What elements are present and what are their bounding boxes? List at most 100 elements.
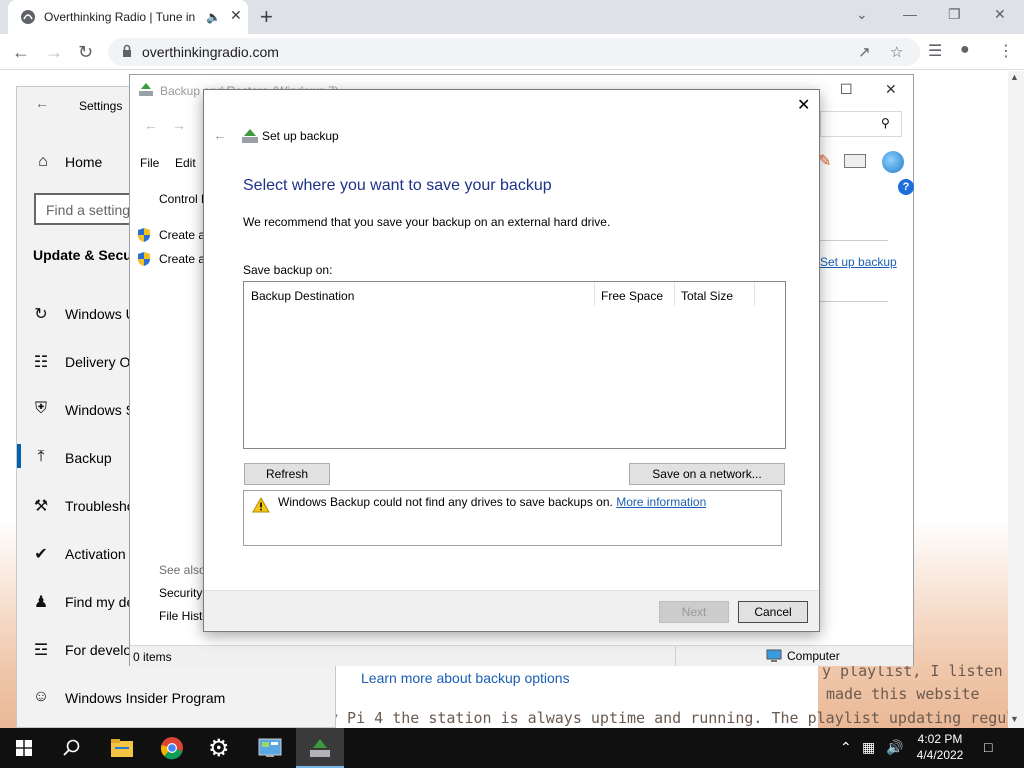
close-window-icon[interactable]: ✕ bbox=[994, 6, 1006, 23]
scroll-up-icon[interactable]: ▲ bbox=[1010, 72, 1019, 82]
person-icon: ♟ bbox=[33, 594, 49, 611]
dialog-close-icon[interactable]: ✕ bbox=[797, 95, 810, 115]
page-scrollbar[interactable] bbox=[1008, 71, 1024, 728]
network-icon[interactable]: ▦ bbox=[862, 739, 875, 756]
refresh-button[interactable]: Refresh bbox=[244, 463, 330, 485]
br-back-icon[interactable]: ← bbox=[144, 117, 158, 133]
chrome-icon[interactable] bbox=[160, 736, 184, 760]
bookmark-star-icon[interactable]: ☆ bbox=[890, 43, 903, 61]
minimize-icon[interactable]: — bbox=[903, 6, 917, 22]
warning-icon bbox=[252, 497, 270, 513]
profile-avatar-icon[interactable]: ● bbox=[960, 41, 970, 59]
selected-indicator bbox=[17, 444, 21, 468]
reload-icon[interactable]: ↻ bbox=[78, 42, 93, 63]
globe-icon[interactable] bbox=[882, 151, 904, 173]
settings-home[interactable]: Home bbox=[65, 154, 102, 170]
more-menu-icon[interactable]: ⋮ bbox=[998, 41, 1014, 61]
restore-icon[interactable]: ❐ bbox=[948, 6, 961, 23]
new-tab-icon[interactable]: + bbox=[260, 4, 273, 30]
browser-tab-strip: Overthinking Radio | Tune in 🔈 ✕ + ⌄ — ❐… bbox=[0, 0, 1024, 34]
backup-app-icon bbox=[242, 129, 258, 143]
menu-file[interactable]: File bbox=[140, 156, 159, 170]
notification-icon[interactable]: □ bbox=[984, 739, 992, 755]
uac-shield-icon bbox=[138, 252, 150, 266]
backup-arrow-icon: ⤒ bbox=[37, 448, 45, 465]
check-circle-icon: ✔ bbox=[34, 546, 48, 563]
browser-tab[interactable]: Overthinking Radio | Tune in 🔈 ✕ bbox=[8, 0, 248, 34]
back-arrow-icon[interactable]: ← bbox=[12, 42, 30, 63]
see-also-label: See also bbox=[159, 563, 206, 577]
br-search-input[interactable]: ⚲ bbox=[820, 111, 902, 137]
br-forward-icon[interactable]: → bbox=[172, 117, 186, 133]
divider bbox=[820, 240, 888, 241]
more-information-link[interactable]: More information bbox=[616, 495, 706, 509]
save-backup-on-label: Save backup on: bbox=[243, 263, 333, 277]
warning-message: Windows Backup could not find any drives… bbox=[278, 495, 706, 509]
backup-app-icon[interactable] bbox=[308, 737, 332, 759]
menu-edit[interactable]: Edit bbox=[175, 156, 196, 170]
refresh-icon: ↻ bbox=[34, 306, 48, 323]
status-location: Computer bbox=[787, 649, 840, 663]
dialog-back-icon[interactable]: ← bbox=[213, 127, 227, 143]
file-explorer-icon[interactable] bbox=[110, 738, 134, 758]
setup-backup-link[interactable]: Set up backup bbox=[820, 255, 897, 269]
item-count: 0 items bbox=[133, 650, 172, 664]
taskbar: ⚙ ⌃ ▦ 🔊 4:02 PM 4/4/2022 □ bbox=[0, 728, 1024, 768]
search-icon[interactable]: ⚲ bbox=[881, 116, 890, 130]
sidebar-item-backup[interactable]: Backup bbox=[65, 450, 112, 466]
browser-toolbar: ← → ↻ overthinkingradio.com ↗ ☆ ☰ ● ⋮ bbox=[0, 34, 1024, 70]
help-icon[interactable]: ? bbox=[898, 179, 914, 195]
warning-text: Windows Backup could not find any drives… bbox=[278, 495, 613, 509]
pencil-icon[interactable]: ✎ bbox=[818, 151, 831, 171]
backup-app-icon bbox=[139, 83, 153, 96]
column-header-free-space[interactable]: Free Space bbox=[601, 289, 663, 303]
clock-date[interactable]: 4/4/2022 bbox=[912, 748, 968, 762]
dialog-footer: Next Cancel bbox=[204, 590, 819, 631]
dialog-title: Set up backup bbox=[262, 129, 339, 143]
dialog-heading: Select where you want to save your backu… bbox=[243, 177, 552, 194]
maximize-icon[interactable]: ☐ bbox=[840, 81, 853, 98]
settings-back-icon[interactable]: ← bbox=[35, 95, 49, 111]
volume-icon[interactable]: 🔊 bbox=[886, 739, 903, 756]
clock-time[interactable]: 4:02 PM bbox=[912, 732, 968, 746]
recommendation-text: We recommend that you save your backup o… bbox=[243, 215, 611, 229]
column-separator[interactable] bbox=[594, 282, 595, 306]
settings-search-placeholder: Find a setting bbox=[46, 202, 131, 218]
status-bar: 0 items Computer bbox=[130, 645, 913, 666]
url-text[interactable]: overthinkingradio.com bbox=[142, 44, 279, 60]
save-on-network-button[interactable]: Save on a network... bbox=[629, 463, 785, 485]
tab-search-chevron-icon[interactable]: ⌄ bbox=[856, 6, 868, 23]
shield-icon: ⛨ bbox=[34, 400, 47, 417]
sidebar-item-activation[interactable]: Activation bbox=[65, 546, 126, 562]
column-header-destination[interactable]: Backup Destination bbox=[251, 289, 354, 303]
chevron-up-icon[interactable]: ⌃ bbox=[840, 739, 852, 756]
speaker-icon[interactable]: 🔈 bbox=[206, 10, 221, 24]
column-separator[interactable] bbox=[754, 282, 755, 306]
home-icon[interactable]: ⌂ bbox=[33, 153, 53, 171]
column-separator[interactable] bbox=[674, 282, 675, 306]
windows-start-icon[interactable] bbox=[16, 740, 32, 756]
forward-arrow-icon[interactable]: → bbox=[45, 42, 63, 63]
cancel-button[interactable]: Cancel bbox=[738, 601, 808, 623]
uac-shield-icon bbox=[138, 228, 150, 242]
address-bar[interactable]: overthinkingradio.com ↗ ☆ bbox=[108, 38, 920, 66]
developer-icon: ☲ bbox=[33, 642, 49, 659]
column-header-total-size[interactable]: Total Size bbox=[681, 289, 733, 303]
divider bbox=[820, 301, 888, 302]
media-queue-icon[interactable]: ☰ bbox=[928, 41, 942, 61]
share-icon[interactable]: ↗ bbox=[858, 43, 871, 61]
control-panel-icon[interactable] bbox=[258, 738, 282, 758]
tab-close-icon[interactable]: ✕ bbox=[230, 7, 242, 24]
lock-icon[interactable] bbox=[120, 44, 134, 58]
settings-gear-icon[interactable]: ⚙ bbox=[208, 734, 230, 763]
layout-icon[interactable] bbox=[844, 154, 866, 168]
learn-more-backup-link[interactable]: Learn more about backup options bbox=[361, 670, 570, 686]
next-button[interactable]: Next bbox=[659, 601, 729, 623]
search-icon[interactable] bbox=[63, 739, 81, 757]
scroll-down-icon[interactable]: ▼ bbox=[1010, 714, 1019, 724]
backup-destination-list[interactable]: Backup Destination Free Space Total Size bbox=[243, 281, 786, 449]
settings-search-input[interactable]: Find a setting bbox=[34, 193, 134, 225]
sidebar-item-windows-insider[interactable]: Windows Insider Program bbox=[65, 690, 225, 706]
wrench-icon: ⚒ bbox=[33, 498, 49, 515]
close-icon[interactable]: ✕ bbox=[885, 81, 897, 98]
